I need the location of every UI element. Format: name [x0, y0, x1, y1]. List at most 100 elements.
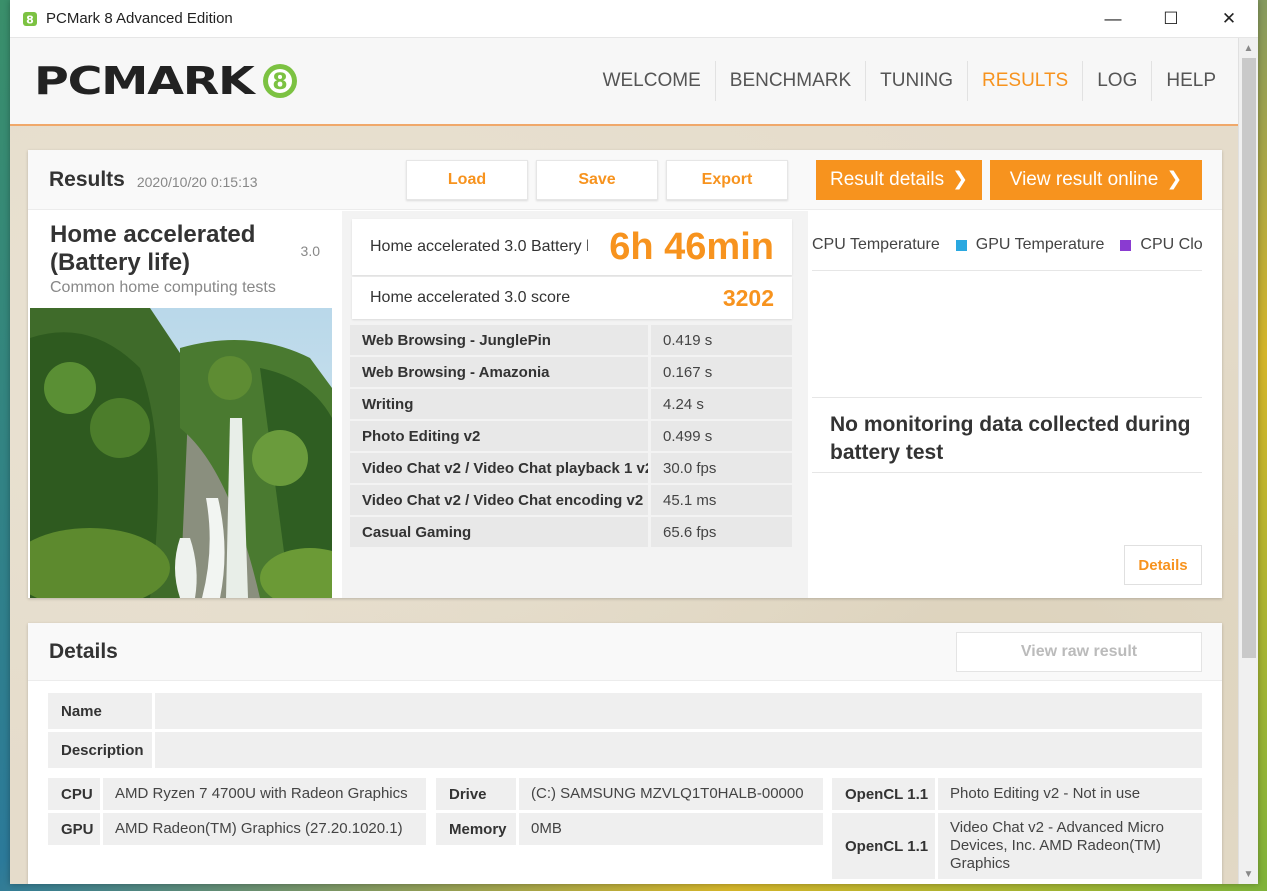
logo-text: PCMARK: [34, 59, 255, 103]
results-panel: Results 2020/10/20 0:15:13 Load Save Exp…: [28, 150, 1222, 598]
save-button[interactable]: Save: [536, 159, 659, 200]
close-button[interactable]: ✕: [1200, 0, 1258, 38]
name-row: Name: [48, 693, 1202, 729]
opencl-row: OpenCL 1.1 Video Chat v2 - Advanced Micr…: [832, 813, 1202, 879]
table-row: Video Chat v2 / Video Chat encoding v2 4…: [350, 485, 792, 515]
load-button[interactable]: Load: [406, 159, 529, 200]
result-info: Name Description: [48, 693, 1202, 768]
nav-results[interactable]: RESULTS: [967, 61, 1082, 101]
test-version: 3.0: [300, 243, 320, 259]
window-title: PCMark 8 Advanced Edition: [46, 10, 233, 27]
cpu-row: CPU AMD Ryzen 7 4700U with Radeon Graphi…: [48, 778, 426, 810]
divider: [812, 397, 1202, 398]
no-data-message: No monitoring data collected during batt…: [830, 413, 1191, 464]
export-button[interactable]: Export: [666, 159, 789, 200]
content-area: Results 2020/10/20 0:15:13 Load Save Exp…: [10, 126, 1238, 884]
description-label: Description: [48, 732, 152, 768]
scroll-up-icon[interactable]: ▲: [1239, 38, 1258, 58]
subtest-name: Web Browsing - JunglePin: [350, 325, 648, 355]
table-row: Photo Editing v2 0.499 s: [350, 421, 792, 451]
details-button[interactable]: Details: [1124, 545, 1202, 585]
memory-label: Memory: [436, 813, 516, 845]
divider: [812, 472, 1202, 473]
divider: [812, 270, 1202, 271]
legend-item: GPU Temperature: [940, 236, 1104, 254]
result-details-button[interactable]: Result details ❯: [816, 159, 982, 200]
name-label: Name: [48, 693, 152, 729]
cpu-value: AMD Ryzen 7 4700U with Radeon Graphics: [103, 778, 426, 810]
subtest-value: 4.24 s: [651, 389, 792, 419]
table-row: Casual Gaming 65.6 fps: [350, 517, 792, 547]
svg-text:8: 8: [26, 13, 34, 26]
subtest-name: Writing: [350, 389, 648, 419]
results-title: Results: [49, 167, 125, 191]
details-header: Details View raw result: [28, 623, 1222, 681]
name-value: [155, 693, 1202, 729]
battery-life-label: Home accelerated 3.0 Battery life: [370, 238, 588, 255]
subtest-table: Web Browsing - JunglePin 0.419 s Web Bro…: [350, 325, 792, 547]
view-result-online-label: View result online: [1009, 168, 1159, 190]
chevron-right-icon: ❯: [952, 169, 968, 190]
results-header: Results 2020/10/20 0:15:13 Load Save Exp…: [28, 150, 1222, 210]
minimize-button[interactable]: —: [1084, 0, 1142, 38]
system-info: CPU AMD Ryzen 7 4700U with Radeon Graphi…: [48, 778, 1202, 882]
scrollbar-thumb[interactable]: [1242, 58, 1256, 658]
nav-benchmark[interactable]: BENCHMARK: [714, 61, 865, 101]
nav-tuning[interactable]: TUNING: [865, 61, 967, 101]
test-info: Home accelerated (Battery life) 3.0 Comm…: [30, 211, 332, 598]
view-raw-result-button[interactable]: View raw result: [956, 631, 1202, 672]
legend-item: CPU Temperature: [812, 236, 940, 253]
maximize-button[interactable]: ☐: [1142, 0, 1200, 38]
subtest-value: 0.499 s: [651, 421, 792, 451]
opencl-row: OpenCL 1.1 Photo Editing v2 - Not in use: [832, 778, 1202, 810]
opencl-label: OpenCL 1.1: [832, 778, 935, 810]
chart-legend: CPU Temperature GPU Temperature CPU Cloc…: [812, 236, 1202, 254]
description-value: [155, 732, 1202, 768]
nav-log[interactable]: LOG: [1082, 61, 1151, 101]
table-row: Web Browsing - Amazonia 0.167 s: [350, 357, 792, 387]
nav-help[interactable]: HELP: [1151, 61, 1230, 101]
battery-life-score-box: Home accelerated 3.0 Battery life 6h 46m…: [352, 219, 792, 275]
subtest-name: Photo Editing v2: [350, 421, 648, 451]
subtest-value: 65.6 fps: [651, 517, 792, 547]
memory-row: Memory 0MB: [436, 813, 832, 845]
pcmark-logo: PCMARK 8: [34, 59, 300, 103]
app-window: 8 PCMark 8 Advanced Edition — ☐ ✕ PCMARK…: [10, 0, 1258, 884]
legend-item: CPU Clock Frequency: [1104, 236, 1202, 254]
opencl-label: OpenCL 1.1: [832, 813, 935, 879]
scroll-down-icon[interactable]: ▼: [1239, 864, 1258, 884]
subtest-name: Web Browsing - Amazonia: [350, 357, 648, 387]
legend-swatch: [1120, 239, 1132, 251]
view-result-online-button[interactable]: View result online ❯: [990, 159, 1202, 200]
waterfall-image: [30, 308, 332, 598]
test-name: Home accelerated (Battery life): [50, 221, 256, 276]
drive-value: (C:) SAMSUNG MZVLQ1T0HALB-00000: [519, 778, 823, 810]
gpu-label: GPU: [48, 813, 100, 845]
battery-life-value: 6h 46min: [609, 225, 774, 268]
app-header: PCMARK 8 WELCOME BENCHMARK TUNING RESULT…: [10, 38, 1258, 126]
details-panel: Details View raw result Name Description…: [28, 623, 1222, 884]
details-title: Details: [49, 639, 118, 663]
vertical-scrollbar[interactable]: ▲ ▼: [1238, 38, 1258, 884]
subtest-name: Video Chat v2 / Video Chat playback 1 v2: [350, 453, 648, 483]
memory-value: 0MB: [519, 813, 823, 845]
table-row: Writing 4.24 s: [350, 389, 792, 419]
score-box: Home accelerated 3.0 score 3202: [352, 277, 792, 319]
subtest-value: 0.167 s: [651, 357, 792, 387]
subtest-value: 30.0 fps: [651, 453, 792, 483]
score-value: 3202: [722, 284, 774, 311]
title-bar: 8 PCMark 8 Advanced Edition — ☐ ✕: [10, 0, 1258, 38]
monitoring-panel: CPU Temperature GPU Temperature CPU Cloc…: [808, 211, 1222, 598]
test-subtitle: Common home computing tests: [50, 279, 276, 296]
pcmark-app-icon: 8: [23, 11, 37, 26]
nav-welcome[interactable]: WELCOME: [589, 61, 715, 101]
main-nav: WELCOME BENCHMARK TUNING RESULTS LOG HEL…: [589, 61, 1230, 101]
subtest-value: 0.419 s: [651, 325, 792, 355]
cpu-label: CPU: [48, 778, 100, 810]
opencl-value: Video Chat v2 - Advanced Micro Devices, …: [938, 813, 1202, 879]
subtest-value: 45.1 ms: [651, 485, 792, 515]
table-row: Web Browsing - JunglePin 0.419 s: [350, 325, 792, 355]
subtest-name: Video Chat v2 / Video Chat encoding v2: [350, 485, 648, 515]
logo-8-badge-icon: 8: [262, 64, 297, 98]
drive-label: Drive: [436, 778, 516, 810]
